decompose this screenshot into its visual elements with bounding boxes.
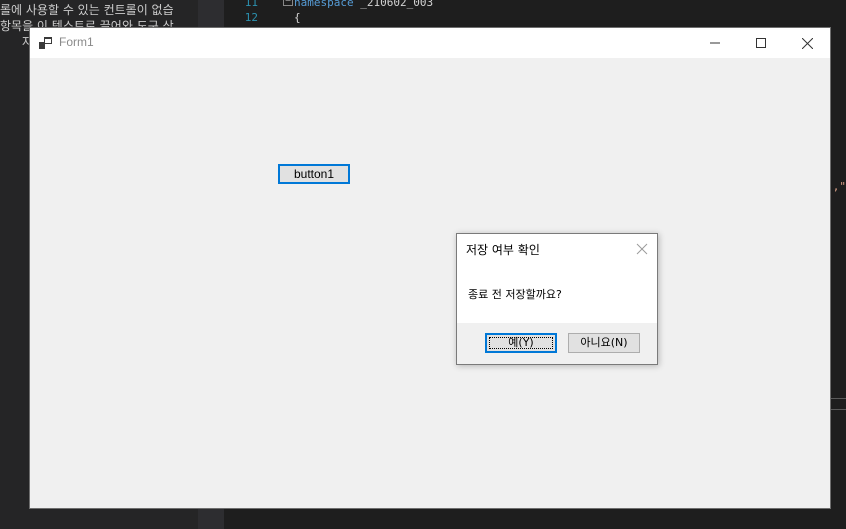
dialog-message: 종료 전 저장할까요? bbox=[468, 288, 562, 301]
maximize-button[interactable] bbox=[738, 28, 784, 58]
focus-rectangle bbox=[489, 337, 553, 349]
no-button[interactable]: 아니요(N) bbox=[568, 333, 640, 353]
yes-button[interactable]: 예(Y) bbox=[485, 333, 557, 353]
maximize-icon bbox=[756, 38, 766, 48]
button1[interactable]: button1 bbox=[278, 164, 350, 184]
code-keyword: namespace bbox=[294, 0, 354, 9]
divider bbox=[830, 409, 846, 410]
form1-titlebar[interactable]: Form1 bbox=[30, 28, 830, 58]
close-icon[interactable] bbox=[635, 242, 649, 256]
line-number: 11 bbox=[244, 0, 258, 9]
fold-toggle-icon[interactable]: − bbox=[283, 0, 293, 6]
line-number: 12 bbox=[244, 11, 258, 24]
no-button-label: 아니요(N) bbox=[580, 336, 628, 349]
code-line: namespace _210602_003 bbox=[294, 0, 433, 9]
save-confirm-dialog: 저장 여부 확인 종료 전 저장할까요? 예(Y) 아니요(N) bbox=[456, 233, 658, 365]
toolbox-hint-line: 롤에 사용할 수 있는 컨트롤이 없습 bbox=[0, 3, 174, 17]
dialog-title: 저장 여부 확인 bbox=[466, 243, 540, 257]
code-identifier: _210602_003 bbox=[360, 0, 434, 9]
close-icon bbox=[801, 37, 813, 49]
app-icon bbox=[39, 37, 52, 49]
divider bbox=[830, 398, 846, 399]
dialog-footer: 예(Y) 아니요(N) bbox=[457, 323, 657, 364]
close-button[interactable] bbox=[784, 28, 830, 58]
minimize-icon bbox=[710, 42, 720, 44]
minimize-button[interactable] bbox=[692, 28, 738, 58]
code-line: { bbox=[294, 11, 301, 24]
form1-title: Form1 bbox=[59, 35, 94, 49]
form1-window: Form1 button1 bbox=[30, 28, 830, 508]
